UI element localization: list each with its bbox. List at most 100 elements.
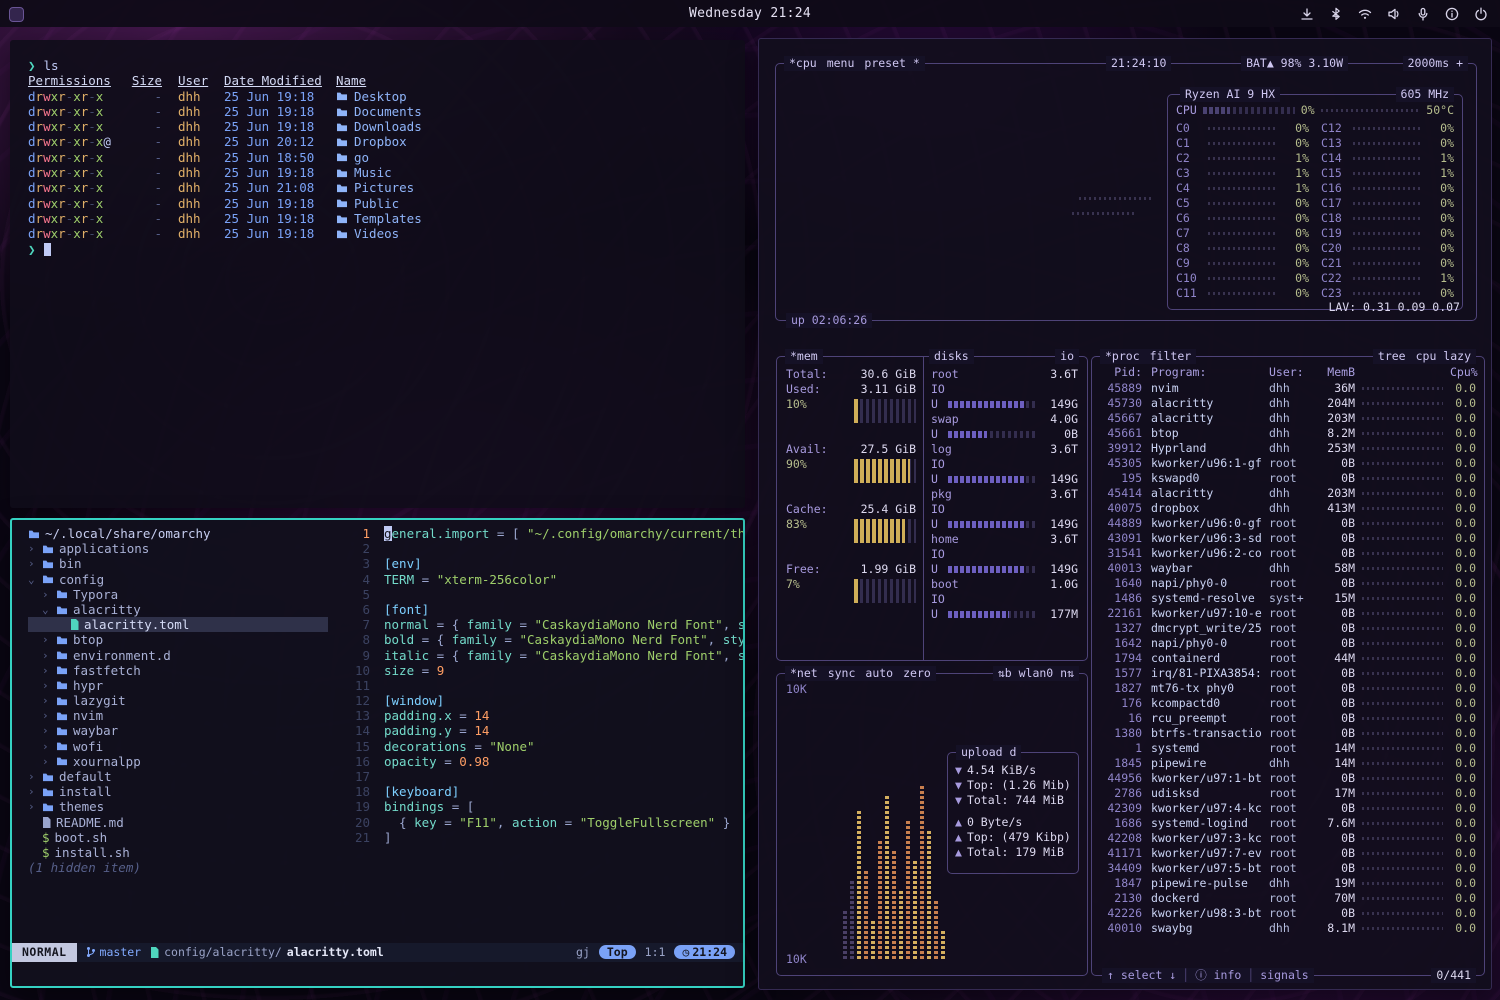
proc-row[interactable]: 44889kworker/u96:0-gfroot0B0.0 [1092, 516, 1484, 531]
proc-row[interactable]: 2130dockerdroot70M0.0 [1092, 891, 1484, 906]
tree-item-themes[interactable]: ›themes [28, 799, 342, 814]
volume-icon[interactable] [1387, 7, 1401, 21]
disks-tab[interactable]: disks [929, 349, 974, 364]
net-tab-sync[interactable]: sync [828, 666, 856, 680]
chevron-right-icon[interactable]: › [42, 678, 51, 693]
tree-item-install-sh[interactable]: $install.sh [28, 845, 342, 860]
proc-row[interactable]: 44956kworker/u97:1-btroot0B0.0 [1092, 771, 1484, 786]
proc-row[interactable]: 45889nvimdhh36M0.0 [1092, 381, 1484, 396]
tree-root[interactable]: ~/.local/share/omarchy [28, 526, 342, 541]
chevron-right-icon[interactable]: › [28, 556, 37, 571]
bluetooth-icon[interactable] [1329, 7, 1343, 21]
proc-row[interactable]: 1327dmcrypt_write/25root0B0.0 [1092, 621, 1484, 636]
tree-item-waybar[interactable]: ›waybar [28, 723, 342, 738]
proc-tab-filter[interactable]: filter [1150, 349, 1192, 363]
proc-row[interactable]: 40075dropboxdhh413M0.0 [1092, 501, 1484, 516]
chevron-right-icon[interactable]: › [28, 784, 37, 799]
proc-row[interactable]: 1827mt76-tx phy0root0B0.0 [1092, 681, 1484, 696]
proc-col-header[interactable]: MemB [1315, 365, 1355, 380]
proc-col-header[interactable]: User: [1269, 365, 1315, 380]
chevron-right-icon[interactable]: › [42, 587, 51, 602]
proc-col-header[interactable]: Cpu% [1450, 365, 1476, 380]
tree-item-bin[interactable]: ›bin [28, 556, 342, 571]
terminal-window[interactable]: ❯ls PermissionsSizeUserDate ModifiedName… [10, 40, 745, 508]
chevron-right-icon[interactable]: › [42, 648, 51, 663]
power-icon[interactable] [1474, 7, 1488, 21]
proc-row[interactable]: 1847pipewire-pulsedhh19M0.0 [1092, 876, 1484, 891]
net-tab-auto[interactable]: auto [865, 666, 893, 680]
chevron-right-icon[interactable]: › [42, 754, 51, 769]
tree-item-environment-d[interactable]: ›environment.d [28, 648, 342, 663]
tree-item-config[interactable]: ⌄config [28, 572, 342, 587]
workspace-indicator[interactable] [9, 7, 24, 22]
proc-tab-tree[interactable]: tree [1378, 349, 1406, 363]
proc-info[interactable]: ⓘ info [1195, 968, 1241, 982]
proc-row[interactable]: 1794containerdroot44M0.0 [1092, 651, 1484, 666]
tray-arrow-icon[interactable] [1300, 7, 1314, 21]
code-editor[interactable]: 1general.import = [ "~/.config/omarchy/c… [342, 526, 743, 943]
tree-item-boot-sh[interactable]: $boot.sh [28, 830, 342, 845]
net-tab-zero[interactable]: zero [903, 666, 931, 680]
proc-row[interactable]: 45305kworker/u96:1-gfroot0B0.0 [1092, 456, 1484, 471]
proc-row[interactable]: 45730alacrittydhh204M0.0 [1092, 396, 1484, 411]
proc-row[interactable]: 41171kworker/u97:7-evroot0B0.0 [1092, 846, 1484, 861]
mem-tab[interactable]: *mem [785, 349, 823, 364]
chevron-right-icon[interactable]: › [42, 632, 51, 647]
tree-item-fastfetch[interactable]: ›fastfetch [28, 663, 342, 678]
chevron-down-icon[interactable]: ⌄ [28, 572, 37, 587]
proc-row[interactable]: 39912Hyprlanddhh253M0.0 [1092, 441, 1484, 456]
proc-row[interactable]: 195kswapd0root0B0.0 [1092, 471, 1484, 486]
disks-io-toggle[interactable]: io [1055, 349, 1079, 364]
chevron-right-icon[interactable]: › [42, 708, 51, 723]
proc-tab--proc[interactable]: *proc [1105, 349, 1140, 363]
proc-row[interactable]: 42309kworker/u97:4-kcroot0B0.0 [1092, 801, 1484, 816]
chevron-right-icon[interactable]: › [28, 769, 37, 784]
tree-item-wofi[interactable]: ›wofi [28, 739, 342, 754]
tree-item-xournalpp[interactable]: ›xournalpp [28, 754, 342, 769]
proc-row[interactable]: 31541kworker/u96:2-coroot0B0.0 [1092, 546, 1484, 561]
proc-nav[interactable]: ↑ select ↓ [1107, 968, 1176, 982]
tree-item-nvim[interactable]: ›nvim [28, 708, 342, 723]
chevron-right-icon[interactable]: › [42, 723, 51, 738]
tree-item-default[interactable]: ›default [28, 769, 342, 784]
proc-signals[interactable]: signals [1260, 968, 1308, 982]
proc-row[interactable]: 34409kworker/u97:5-btroot0B0.0 [1092, 861, 1484, 876]
chevron-right-icon[interactable]: › [42, 663, 51, 678]
proc-row[interactable]: 42208kworker/u97:3-kcroot0B0.0 [1092, 831, 1484, 846]
chevron-right-icon[interactable]: › [42, 693, 51, 708]
refresh-interval[interactable]: 2000ms + [1403, 56, 1468, 71]
tree-item-alacritty[interactable]: ⌄alacritty [28, 602, 342, 617]
proc-row[interactable]: 45661btopdhh8.2M0.0 [1092, 426, 1484, 441]
tree-item-lazygit[interactable]: ›lazygit [28, 693, 342, 708]
microphone-icon[interactable] [1416, 7, 1430, 21]
proc-row[interactable]: 176kcompactd0root0B0.0 [1092, 696, 1484, 711]
proc-row[interactable]: 1systemdroot14M0.0 [1092, 741, 1484, 756]
btop-tab--cpu[interactable]: *cpu [789, 56, 817, 70]
proc-row[interactable]: 40013waybardhh58M0.0 [1092, 561, 1484, 576]
btop-tab-menu[interactable]: menu [827, 56, 855, 70]
chevron-right-icon[interactable]: › [28, 541, 37, 556]
proc-row[interactable]: 1642napi/phy0-0root0B0.0 [1092, 636, 1484, 651]
btop-tab-preset-[interactable]: preset * [864, 56, 919, 70]
tree-item-alacritty-toml[interactable]: alacritty.toml [28, 617, 328, 632]
chevron-right-icon[interactable]: › [42, 739, 51, 754]
system-monitor-window[interactable]: *cpumenupreset * 21:24:10 BAT▲ 98% 3.10W… [758, 38, 1492, 990]
tree-item-applications[interactable]: ›applications [28, 541, 342, 556]
proc-row[interactable]: 1686systemd-logindroot7.6M0.0 [1092, 816, 1484, 831]
proc-row[interactable]: 22161kworker/u97:10-eroot0B0.0 [1092, 606, 1484, 621]
chevron-right-icon[interactable]: › [28, 799, 37, 814]
proc-row[interactable]: 16rcu_preemptroot0B0.0 [1092, 711, 1484, 726]
proc-row[interactable]: 1380btrfs-transactioroot0B0.0 [1092, 726, 1484, 741]
tree-item-btop[interactable]: ›btop [28, 632, 342, 647]
net-interface[interactable]: ⇅b wlan0 n⇅ [993, 666, 1079, 681]
info-icon[interactable] [1445, 7, 1459, 21]
chevron-down-icon[interactable]: ⌄ [42, 602, 51, 617]
proc-row[interactable]: 1577irq/81-PIXA3854:root0B0.0 [1092, 666, 1484, 681]
proc-tab-cpu-lazy[interactable]: cpu lazy [1416, 349, 1471, 363]
proc-row[interactable]: 40010swaybgdhh8.1M0.0 [1092, 921, 1484, 936]
proc-row[interactable]: 45414alacrittydhh203M0.0 [1092, 486, 1484, 501]
proc-row[interactable]: 45667alacrittydhh203M0.0 [1092, 411, 1484, 426]
tree-item-readme-md[interactable]: README.md [28, 815, 342, 830]
tree-item-typora[interactable]: ›Typora [28, 587, 342, 602]
editor-window[interactable]: ~/.local/share/omarchy ›applications›bin… [10, 518, 745, 988]
